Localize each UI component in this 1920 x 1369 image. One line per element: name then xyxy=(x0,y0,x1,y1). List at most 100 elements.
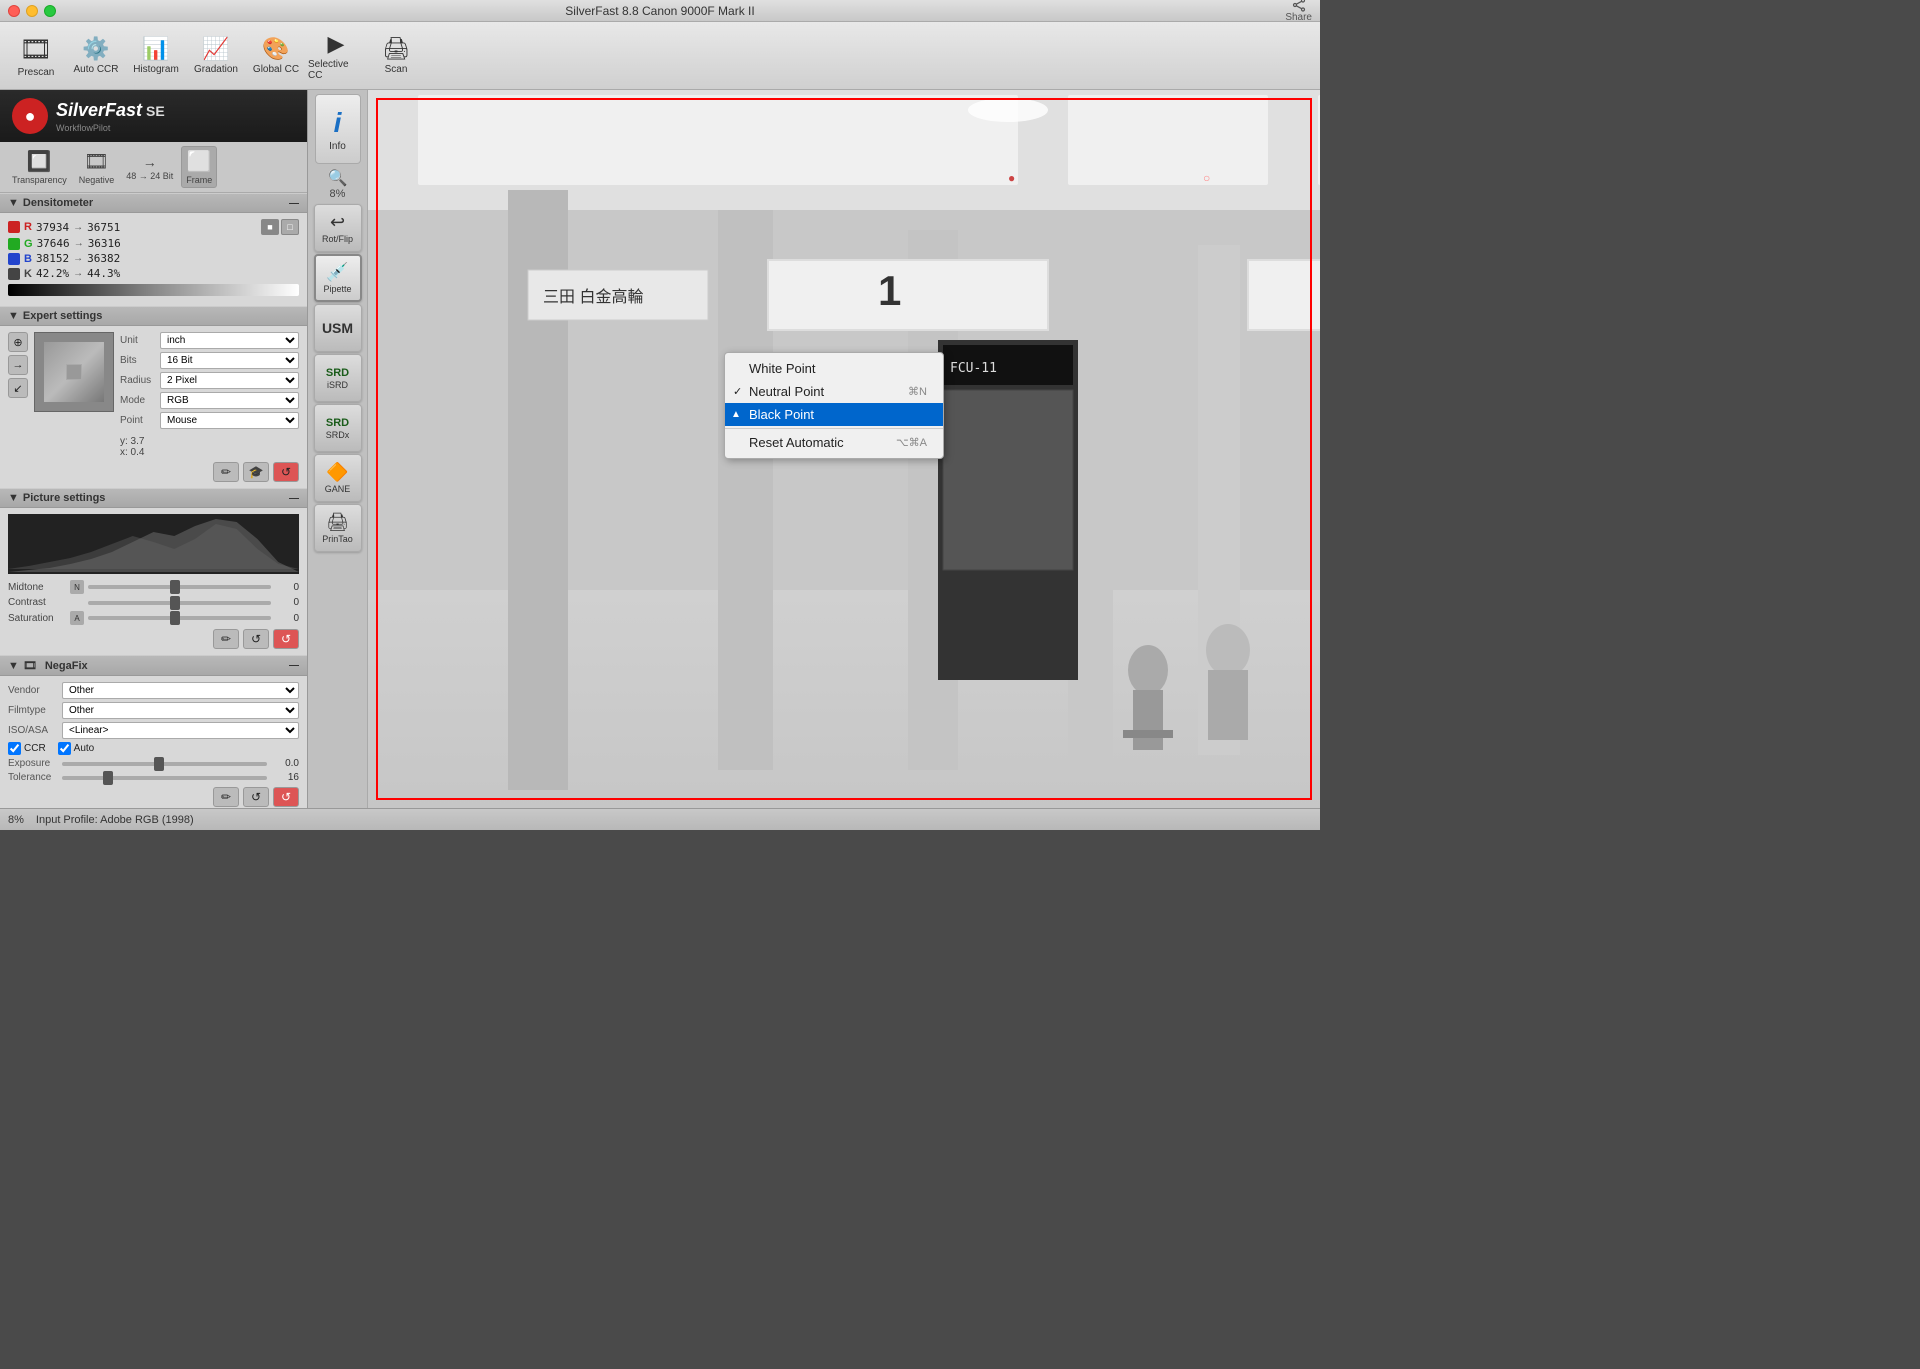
expert-reset-btn[interactable]: ↺ xyxy=(273,462,299,482)
exposure-thumb[interactable] xyxy=(154,757,164,771)
scan-button[interactable]: 🖨 Scan xyxy=(368,26,424,86)
histogram-icon: 📊 xyxy=(142,36,169,62)
bits-select[interactable]: 16 Bit xyxy=(160,352,299,369)
filmtype-select[interactable]: Other xyxy=(62,702,299,719)
radius-select[interactable]: 2 Pixel xyxy=(160,372,299,389)
expert-edit-btn[interactable]: ✏ xyxy=(213,462,239,482)
expert-hat-btn[interactable]: 🎓 xyxy=(243,462,269,482)
r-icon2[interactable]: □ xyxy=(281,219,299,235)
info-button[interactable]: i Info xyxy=(315,94,361,164)
contrast-track[interactable] xyxy=(88,601,271,605)
mode-select[interactable]: RGB xyxy=(160,392,299,409)
window-title: SilverFast 8.8 Canon 9000F Mark II xyxy=(565,4,754,18)
svg-text:三田 白金高輪: 三田 白金高輪 xyxy=(543,288,643,306)
auto-checkbox-label[interactable]: Auto xyxy=(58,742,95,755)
printao-label: PrinTao xyxy=(322,534,353,544)
black-point-menu-item[interactable]: ▲ Black Point xyxy=(725,403,943,426)
r-val1: 37934 xyxy=(36,221,69,234)
densitometer-collapse-btn[interactable]: — xyxy=(289,198,299,209)
minimize-button[interactable] xyxy=(26,5,38,17)
global-cc-button[interactable]: 🎨 Global CC xyxy=(248,26,304,86)
isrd-button[interactable]: SRD iSRD xyxy=(314,354,362,402)
contrast-thumb[interactable] xyxy=(170,596,180,610)
contrast-label: Contrast xyxy=(8,597,66,608)
picture-edit-btn[interactable]: ✏ xyxy=(213,629,239,649)
srdx-button[interactable]: SRD SRDx xyxy=(314,404,362,452)
neutral-point-menu-item[interactable]: ✓ Neutral Point ⌘N xyxy=(725,380,943,403)
neutral-shortcut: ⌘N xyxy=(908,385,927,398)
midtone-badge: N xyxy=(70,580,84,594)
b-val1: 38152 xyxy=(36,252,69,265)
reset-automatic-menu-item[interactable]: Reset Automatic ⌥⌘A xyxy=(725,431,943,454)
statusbar-zoom: 8% xyxy=(8,814,24,826)
vendor-select[interactable]: Other xyxy=(62,682,299,699)
saturation-thumb[interactable] xyxy=(170,611,180,625)
tolerance-track[interactable] xyxy=(62,776,267,780)
gradation-icon: 📈 xyxy=(202,36,229,62)
picture-collapse-btn[interactable]: — xyxy=(289,493,299,504)
negative-button[interactable]: 🎞 Negative xyxy=(75,147,119,187)
main-image-area[interactable]: 三田 白金高輪 1 2 FCU-11 xyxy=(368,90,1320,808)
filmtype-label: Filmtype xyxy=(8,705,58,716)
convert-button[interactable]: → 48 → 24 Bit xyxy=(122,152,177,183)
negafix-title: NegaFix xyxy=(45,660,88,672)
gane-icon: 🔶 xyxy=(326,462,348,483)
gradation-button[interactable]: 📈 Gradation xyxy=(188,26,244,86)
expert-title: Expert settings xyxy=(23,310,102,322)
white-point-menu-item[interactable]: White Point xyxy=(725,357,943,380)
gane-button[interactable]: 🔶 GANE xyxy=(314,454,362,502)
maximize-button[interactable] xyxy=(44,5,56,17)
expert-section-header[interactable]: ▼ Expert settings xyxy=(0,306,307,326)
histogram-button[interactable]: 📊 Histogram xyxy=(128,26,184,86)
share-button[interactable]: Share xyxy=(1285,0,1312,23)
densitometer-section-header[interactable]: ▼ Densitometer — xyxy=(0,193,307,213)
midtone-track[interactable] xyxy=(88,585,271,589)
auto-checkbox[interactable] xyxy=(58,742,71,755)
prescan-button[interactable]: 🎞 Prescan xyxy=(8,26,64,86)
rot-flip-button[interactable]: ↩ Rot/Flip xyxy=(314,204,362,252)
ccr-checkbox[interactable] xyxy=(8,742,21,755)
pipette-icon: 💉 xyxy=(326,262,348,283)
close-button[interactable] xyxy=(8,5,20,17)
picture-red-btn[interactable]: ↺ xyxy=(273,629,299,649)
ccr-checkbox-label[interactable]: CCR xyxy=(8,742,46,755)
expert-side-btn3[interactable]: ↙ xyxy=(8,378,28,398)
info-label: Info xyxy=(329,141,346,152)
negafix-cycle-btn[interactable]: ↺ xyxy=(243,787,269,807)
picture-reset-btn[interactable]: ↺ xyxy=(243,629,269,649)
point-select[interactable]: Mouse xyxy=(160,412,299,429)
menu-separator xyxy=(725,428,943,429)
midtone-value: 0 xyxy=(275,582,299,593)
g-color xyxy=(8,238,20,250)
g-val1: 37646 xyxy=(37,237,70,250)
iso-select[interactable]: <Linear> xyxy=(62,722,299,739)
negafix-collapse-btn[interactable]: — xyxy=(289,660,299,671)
b-arrow: → xyxy=(73,253,83,264)
negafix-edit-btn[interactable]: ✏ xyxy=(213,787,239,807)
auto-ccr-button[interactable]: ⚙️ Auto CCR xyxy=(68,26,124,86)
transparency-button[interactable]: 🔲 Transparency xyxy=(8,147,71,187)
neutral-checkmark: ✓ xyxy=(733,385,742,398)
negafix-section-header[interactable]: ▼ 🎞 NegaFix — xyxy=(0,655,307,676)
contrast-value: 0 xyxy=(275,597,299,608)
r-icon1[interactable]: ■ xyxy=(261,219,279,235)
unit-select[interactable]: inch xyxy=(160,332,299,349)
k-val1: 42.2% xyxy=(36,267,69,280)
frame-button[interactable]: ⬜ Frame xyxy=(181,146,217,188)
printao-button[interactable]: 🖨 PrinTao xyxy=(314,504,362,552)
midtone-thumb[interactable] xyxy=(170,580,180,594)
picture-section-header[interactable]: ▼ Picture settings — xyxy=(0,488,307,508)
srdx-icon: SRD xyxy=(326,417,349,429)
g-arrow: → xyxy=(74,238,84,249)
selective-cc-button[interactable]: ▶ Selective CC xyxy=(308,26,364,86)
black-point-triangle: ▲ xyxy=(731,409,741,420)
usm-button[interactable]: USM USM xyxy=(314,304,362,352)
negafix-red-btn[interactable]: ↺ xyxy=(273,787,299,807)
expert-side-btn2[interactable]: → xyxy=(8,355,28,375)
saturation-value: 0 xyxy=(275,613,299,624)
saturation-track[interactable] xyxy=(88,616,271,620)
pipette-button[interactable]: 💉 Pipette xyxy=(314,254,362,302)
expert-side-btn1[interactable]: ⊕ xyxy=(8,332,28,352)
tolerance-thumb[interactable] xyxy=(103,771,113,785)
exposure-track[interactable] xyxy=(62,762,267,766)
